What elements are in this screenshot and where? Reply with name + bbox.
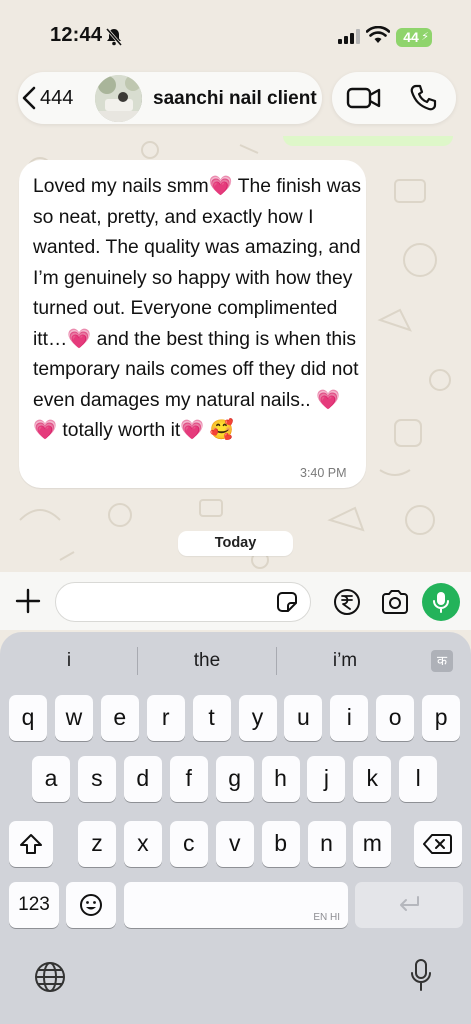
camera-icon <box>382 590 408 614</box>
camera-button[interactable] <box>380 589 410 615</box>
voice-message-button[interactable] <box>422 583 460 621</box>
key-i[interactable]: i <box>330 695 369 741</box>
battery-indicator: 44 ⚡ <box>396 28 432 47</box>
suggestion-divider <box>137 647 138 675</box>
key-g[interactable]: g <box>215 756 254 802</box>
phone-icon <box>410 84 437 111</box>
keyboard-languages: EN HI <box>313 912 340 923</box>
backspace-icon <box>423 834 452 854</box>
sticker-button[interactable] <box>276 591 298 613</box>
video-call-button[interactable] <box>346 84 382 112</box>
charging-bolt-icon: ⚡ <box>421 31 429 43</box>
key-r[interactable]: r <box>146 695 185 741</box>
contact-avatar[interactable] <box>95 75 142 122</box>
key-u[interactable]: u <box>284 695 323 741</box>
return-key[interactable] <box>355 882 463 928</box>
plus-icon <box>15 588 41 614</box>
key-x[interactable]: x <box>123 821 162 867</box>
backspace-key[interactable] <box>414 821 462 867</box>
key-h[interactable]: h <box>261 756 300 802</box>
key-o[interactable]: o <box>376 695 415 741</box>
space-key[interactable]: EN HI <box>124 882 348 928</box>
key-e[interactable]: e <box>100 695 139 741</box>
key-k[interactable]: k <box>353 756 392 802</box>
key-l[interactable]: l <box>399 756 438 802</box>
key-w[interactable]: w <box>54 695 93 741</box>
key-c[interactable]: c <box>169 821 208 867</box>
suggestion-3[interactable]: i’m <box>285 650 405 672</box>
rupee-icon <box>334 589 360 615</box>
key-z[interactable]: z <box>78 821 116 867</box>
key-a[interactable]: a <box>32 756 70 802</box>
emoji-key[interactable] <box>66 882 116 928</box>
status-time: 12:44 <box>50 24 103 46</box>
message-input[interactable] <box>55 582 311 622</box>
language-switch[interactable]: क <box>431 650 453 672</box>
suggestion-2[interactable]: the <box>147 650 267 672</box>
message-text: Loved my nails smm💗 The finish was so ne… <box>33 176 367 441</box>
message-timestamp: 3:40 PM <box>300 466 347 480</box>
key-m[interactable]: m <box>353 821 392 867</box>
key-p[interactable]: p <box>422 695 461 741</box>
key-v[interactable]: v <box>215 821 254 867</box>
shift-icon <box>20 834 42 854</box>
microphone-icon <box>433 592 449 613</box>
chevron-left-icon <box>22 86 36 110</box>
numbers-key[interactable]: 123 <box>9 882 59 928</box>
sticker-icon <box>277 592 297 612</box>
suggestion-1[interactable]: i <box>9 650 129 672</box>
key-b[interactable]: b <box>261 821 300 867</box>
video-camera-icon <box>346 87 381 109</box>
previous-outgoing-bubble <box>283 136 453 146</box>
wifi-icon <box>365 25 391 49</box>
return-icon <box>400 896 419 911</box>
key-j[interactable]: j <box>307 756 346 802</box>
suggestion-divider <box>276 647 277 675</box>
shift-key[interactable] <box>9 821 53 867</box>
key-s[interactable]: s <box>77 756 116 802</box>
key-d[interactable]: d <box>123 756 162 802</box>
back-button[interactable]: 444 <box>22 81 73 115</box>
payment-button[interactable] <box>333 588 361 616</box>
dictation-microphone-icon[interactable] <box>410 958 432 999</box>
key-y[interactable]: y <box>238 695 277 741</box>
status-bar: 12:44 44 ⚡ <box>0 0 471 70</box>
cellular-signal-icon <box>338 29 360 49</box>
globe-icon[interactable] <box>33 960 67 999</box>
key-q[interactable]: q <box>9 695 47 741</box>
attach-button[interactable] <box>14 587 42 615</box>
contact-name[interactable]: saanchi nail client <box>153 88 317 110</box>
date-separator: Today <box>178 531 293 556</box>
key-f[interactable]: f <box>169 756 208 802</box>
voice-call-button[interactable] <box>408 83 438 113</box>
bell-muted-icon <box>105 28 123 51</box>
emoji-icon <box>80 894 102 916</box>
key-n[interactable]: n <box>307 821 346 867</box>
key-t[interactable]: t <box>192 695 231 741</box>
unread-count: 444 <box>40 86 74 109</box>
